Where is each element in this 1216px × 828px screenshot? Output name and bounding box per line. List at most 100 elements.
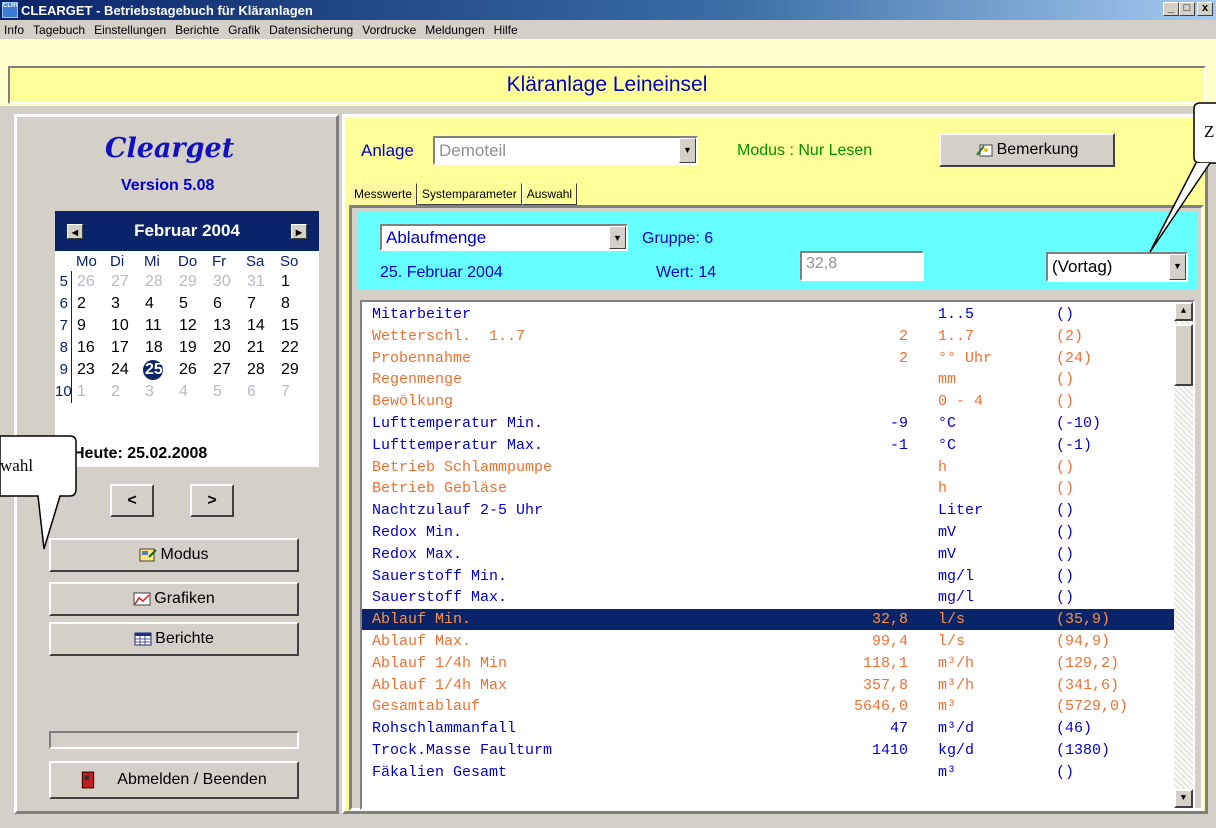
maximize-button[interactable]: □ <box>1179 2 1195 16</box>
calendar-day[interactable]: 12 <box>177 317 211 335</box>
calendar-day[interactable]: 3 <box>143 383 177 401</box>
minimize-button[interactable]: _ <box>1163 2 1179 16</box>
bemerkung-button[interactable]: Bemerkung <box>939 133 1115 167</box>
calendar-day[interactable]: 24 <box>109 361 143 379</box>
calendar-day[interactable]: 4 <box>143 295 177 313</box>
calendar-day[interactable]: 18 <box>143 339 177 357</box>
table-row[interactable]: Mitarbeiter 1..5 () <box>362 304 1174 325</box>
chevron-down-icon[interactable]: ▼ <box>609 226 626 249</box>
table-row[interactable]: Betrieb Gebläse h () <box>362 478 1174 499</box>
calendar-day[interactable]: 7 <box>279 383 313 401</box>
table-row[interactable]: Redox Min. mV () <box>362 522 1174 543</box>
vertical-scrollbar[interactable]: ▲ ▼ <box>1174 302 1193 808</box>
grafiken-button[interactable]: Grafiken <box>49 582 299 616</box>
calendar-day[interactable]: 6 <box>245 383 279 401</box>
table-row[interactable]: Regenmenge mm () <box>362 369 1174 390</box>
scroll-up-icon[interactable]: ▲ <box>1174 302 1193 321</box>
calendar-day[interactable]: 7 <box>245 295 279 313</box>
prev-month-button[interactable]: ◀ <box>67 223 83 239</box>
table-row[interactable]: Rohschlammanfall 47 m³/d (46) <box>362 718 1174 739</box>
table-row[interactable]: Lufttemperatur Min. -9 °C (-10) <box>362 413 1174 434</box>
scroll-thumb[interactable] <box>1174 324 1193 386</box>
calendar-day-selected[interactable]: 25 <box>143 360 177 380</box>
calendar-day[interactable]: 10 <box>109 317 143 335</box>
next-day-button[interactable]: > <box>190 484 234 517</box>
menu-item-berichte[interactable]: Berichte <box>175 23 219 37</box>
calendar-day[interactable]: 27 <box>211 361 245 379</box>
calendar-day[interactable]: 22 <box>279 339 313 357</box>
table-row[interactable]: Lufttemperatur Max. -1 °C (-1) <box>362 435 1174 456</box>
compare-select[interactable]: (Vortag) ▼ <box>1046 252 1188 282</box>
measurement-list[interactable]: Mitarbeiter 1..5 () Wetterschl. 1..7 2 1..7 (2… <box>360 300 1195 810</box>
table-row[interactable]: Trock.Masse Faulturm 1410 kg/d (1380) <box>362 740 1174 761</box>
table-row[interactable]: Ablauf 1/4h Min 118,1 m³/h (129,2) <box>362 653 1174 674</box>
calendar-day[interactable]: 5 <box>177 295 211 313</box>
calendar-day[interactable]: 15 <box>279 317 313 335</box>
calendar-day[interactable]: 4 <box>177 383 211 401</box>
chevron-down-icon[interactable]: ▼ <box>679 138 696 163</box>
menu-item-meldungen[interactable]: Meldungen <box>425 23 484 37</box>
today-label[interactable]: Heute: 25.02.2008 <box>57 443 207 463</box>
calendar-day[interactable]: 6 <box>211 295 245 313</box>
calendar-day[interactable]: 13 <box>211 317 245 335</box>
tab-auswahl[interactable]: Auswahl <box>521 183 578 205</box>
menu-item-datensicherung[interactable]: Datensicherung <box>269 23 353 37</box>
table-row[interactable]: Ablauf Max. 99,4 l/s (94,9) <box>362 631 1174 652</box>
table-row[interactable]: Betrieb Schlammpumpe h () <box>362 457 1174 478</box>
close-button[interactable]: x <box>1197 2 1213 16</box>
calendar-day[interactable]: 21 <box>245 339 279 357</box>
menu-item-grafik[interactable]: Grafik <box>228 23 260 37</box>
tab-systemparameter[interactable]: Systemparameter <box>417 183 522 205</box>
table-row[interactable]: Sauerstoff Min. mg/l () <box>362 566 1174 587</box>
prev-day-button[interactable]: < <box>110 484 154 517</box>
chevron-down-icon[interactable]: ▼ <box>1169 254 1186 280</box>
modus-button[interactable]: Modus <box>49 538 299 572</box>
calendar-day[interactable]: 28 <box>245 361 279 379</box>
table-row[interactable]: Ablauf 1/4h Max 357,8 m³/h (341,6) <box>362 675 1174 696</box>
calendar-day[interactable]: 28 <box>143 273 177 291</box>
table-row[interactable]: Fäkalien Gesamt m³ () <box>362 762 1174 783</box>
calendar-day[interactable]: 8 <box>279 295 313 313</box>
calendar-day[interactable]: 26 <box>177 361 211 379</box>
berichte-button[interactable]: Berichte <box>49 622 299 656</box>
calendar-day[interactable]: 3 <box>109 295 143 313</box>
calendar-day[interactable]: 20 <box>211 339 245 357</box>
calendar-day[interactable]: 1 <box>279 273 313 291</box>
calendar-day[interactable]: 30 <box>211 273 245 291</box>
menu-item-einstellungen[interactable]: Einstellungen <box>94 23 166 37</box>
calendar-day[interactable]: 29 <box>177 273 211 291</box>
calendar-day[interactable]: 2 <box>75 295 109 313</box>
menu-item-vordrucke[interactable]: Vordrucke <box>362 23 416 37</box>
calendar-day[interactable]: 17 <box>109 339 143 357</box>
calendar-day[interactable]: 14 <box>245 317 279 335</box>
table-row[interactable]: Nachtzulauf 2-5 Uhr Liter () <box>362 500 1174 521</box>
table-row[interactable]: Sauerstoff Max. mg/l () <box>362 587 1174 608</box>
scroll-down-icon[interactable]: ▼ <box>1174 789 1193 808</box>
table-row[interactable]: Redox Max. mV () <box>362 544 1174 565</box>
next-month-button[interactable]: ▶ <box>291 223 307 239</box>
tab-messwerte[interactable]: Messwerte <box>349 183 418 205</box>
table-row[interactable]: Bewölkung 0 - 4 () <box>362 391 1174 412</box>
calendar-day[interactable]: 16 <box>75 339 109 357</box>
calendar-day[interactable]: 19 <box>177 339 211 357</box>
anlage-select[interactable]: Demoteil ▼ <box>433 136 698 165</box>
parameter-select[interactable]: Ablaufmenge ▼ <box>380 224 628 251</box>
calendar-day[interactable]: 2 <box>109 383 143 401</box>
table-row[interactable]: Wetterschl. 1..7 2 1..7 (2) <box>362 326 1174 347</box>
calendar-day[interactable]: 31 <box>245 273 279 291</box>
menu-item-info[interactable]: Info <box>4 23 24 37</box>
calendar-day[interactable]: 29 <box>279 361 313 379</box>
calendar-day[interactable]: 9 <box>75 317 109 335</box>
exit-button[interactable]: Abmelden / Beenden <box>49 761 299 799</box>
calendar-day[interactable]: 5 <box>211 383 245 401</box>
calendar-day[interactable]: 11 <box>143 317 177 335</box>
calendar-day[interactable]: 1 <box>75 383 109 401</box>
calendar-day[interactable]: 27 <box>109 273 143 291</box>
menu-item-hilfe[interactable]: Hilfe <box>494 23 518 37</box>
table-row[interactable]: Probennahme 2 °° Uhr (24) <box>362 348 1174 369</box>
table-row[interactable]: Gesamtablauf 5646,0 m³ (5729,0) <box>362 696 1174 717</box>
value-input[interactable]: 32,8 <box>800 251 924 281</box>
table-row[interactable]: Ablauf Min. 32,8 l/s (35,9) <box>362 608 1175 632</box>
menu-item-tagebuch[interactable]: Tagebuch <box>33 23 85 37</box>
calendar-day[interactable]: 26 <box>75 273 109 291</box>
